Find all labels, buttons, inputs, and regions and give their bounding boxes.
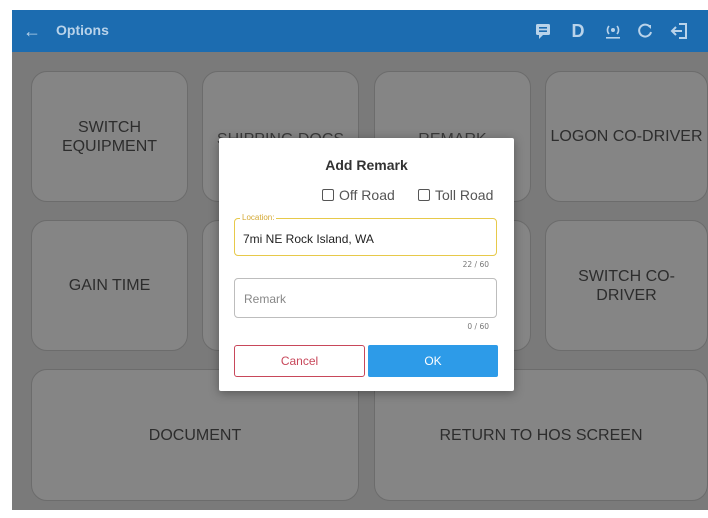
location-counter: 22 / 60 <box>462 260 489 269</box>
remark-counter: 0 / 60 <box>467 322 489 331</box>
toll-road-label: Toll Road <box>435 187 494 203</box>
d-status-icon[interactable]: D <box>565 18 591 44</box>
logout-icon[interactable] <box>667 18 693 44</box>
ok-button[interactable]: OK <box>368 345 498 377</box>
checkbox-empty-icon <box>418 189 430 201</box>
remark-input[interactable]: Remark <box>234 278 497 318</box>
checkbox-empty-icon <box>322 189 334 201</box>
logon-co-driver-button[interactable]: LOGON CO-DRIVER <box>545 71 708 202</box>
off-road-label: Off Road <box>339 187 395 203</box>
switch-co-driver-button[interactable]: SWITCH CO- DRIVER <box>545 220 708 351</box>
cancel-button[interactable]: Cancel <box>234 345 365 377</box>
location-label: Location: <box>240 213 277 222</box>
refresh-icon[interactable] <box>632 18 658 44</box>
location-input[interactable]: Location: 7mi NE Rock Island, WA <box>234 213 497 256</box>
page-title: Options <box>56 22 109 38</box>
message-icon[interactable] <box>530 18 556 44</box>
off-road-checkbox[interactable]: Off Road <box>322 187 395 203</box>
dialog-title: Add Remark <box>325 157 408 173</box>
broadcast-icon[interactable] <box>600 18 626 44</box>
location-value: 7mi NE Rock Island, WA <box>243 232 374 246</box>
toll-road-checkbox[interactable]: Toll Road <box>418 187 493 203</box>
app-bar: ← Options D <box>12 10 708 52</box>
gain-time-button[interactable]: GAIN TIME <box>31 220 188 351</box>
back-arrow-icon[interactable]: ← <box>20 19 44 43</box>
add-remark-dialog: Add Remark Off Road Toll Road Location: … <box>219 138 514 391</box>
switch-equipment-button[interactable]: SWITCH EQUIPMENT <box>31 71 188 202</box>
remark-placeholder: Remark <box>244 292 287 306</box>
